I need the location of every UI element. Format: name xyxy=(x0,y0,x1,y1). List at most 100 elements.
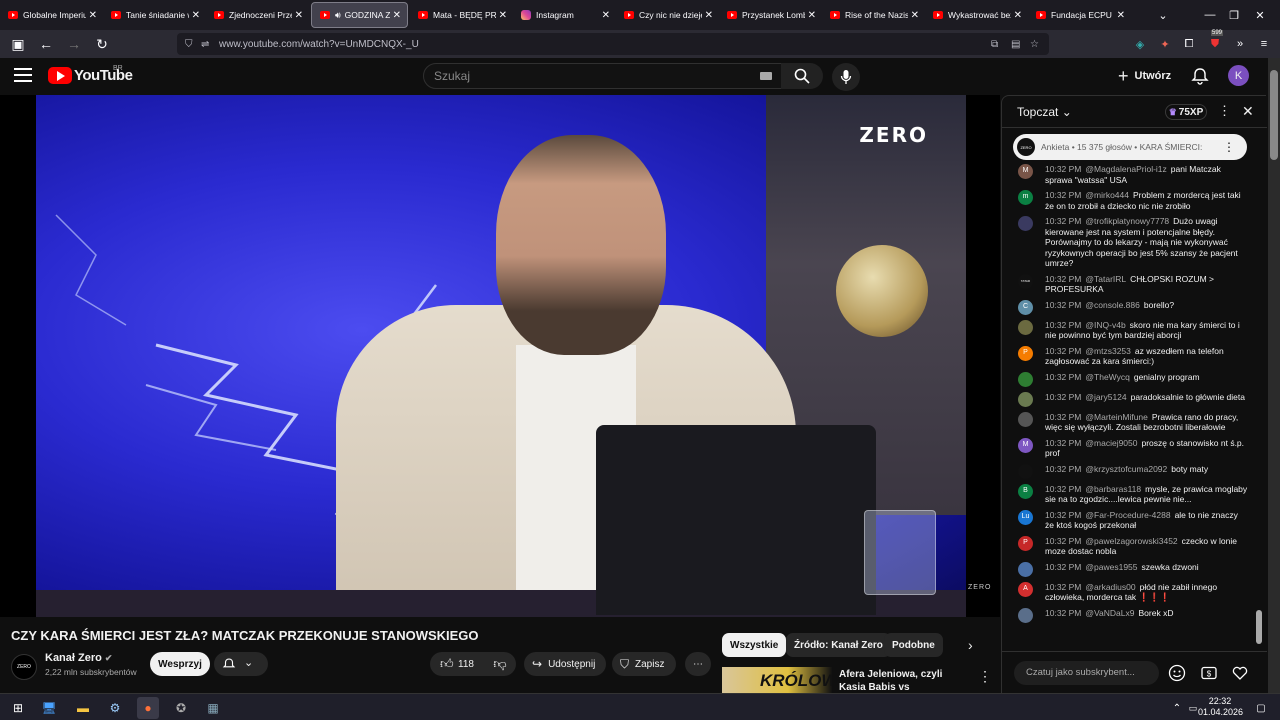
chat-author[interactable]: @INQ-v4b xyxy=(1085,320,1125,330)
super-chat-icon[interactable]: $ xyxy=(1200,664,1218,682)
browser-tab[interactable]: Wykastrować bez ✕ xyxy=(925,0,1028,30)
close-tab-icon[interactable]: ✕ xyxy=(393,10,401,21)
chat-author[interactable]: @krzysztofcuma2092 xyxy=(1085,464,1167,474)
channel-avatar[interactable]: ZERO xyxy=(11,654,37,680)
page-scrollbar[interactable] xyxy=(1256,58,1280,693)
chat-author[interactable]: @MarteinMifune xyxy=(1085,412,1147,422)
chat-avatar[interactable]: B xyxy=(1018,483,1033,499)
browser-tab[interactable]: Fundacja ECPU Po✕ xyxy=(1028,0,1131,30)
chat-avatar[interactable]: P xyxy=(1018,345,1033,361)
chat-author[interactable]: @maciej9050 xyxy=(1085,438,1137,448)
save-button[interactable]: ⛉ Zapisz xyxy=(612,652,676,676)
browser-tab[interactable]: Przystanek Lomba✕ xyxy=(719,0,822,30)
channel-name[interactable]: Kanał Zero ✔ xyxy=(45,652,112,664)
support-button[interactable]: Wesprzyj xyxy=(150,652,210,676)
chat-avatar[interactable] xyxy=(1018,371,1033,387)
vpn-extension-icon[interactable]: ◈ xyxy=(1130,34,1150,54)
chat-author[interactable]: @Far-Procedure-4288 xyxy=(1085,510,1170,520)
close-tab-icon[interactable]: ✕ xyxy=(602,10,610,21)
search-button[interactable] xyxy=(781,63,823,89)
close-tab-icon[interactable]: ✕ xyxy=(295,10,303,21)
windows-start-icon[interactable]: ⊞ xyxy=(7,697,29,719)
browser-tab[interactable]: Mata - BĘDĘ PREZ✕ xyxy=(410,0,513,30)
keyboard-icon[interactable] xyxy=(760,72,772,80)
reader-view-icon[interactable]: ▤ xyxy=(1011,39,1020,50)
chat-author[interactable]: @jary5124 xyxy=(1085,392,1126,402)
file-explorer-icon[interactable]: ▬ xyxy=(72,697,94,719)
chat-author[interactable]: @pawelzagorowski3452 xyxy=(1085,536,1177,546)
back-button[interactable]: ← xyxy=(34,32,58,56)
recommendation-menu-icon[interactable]: ⋮ xyxy=(978,668,992,685)
chat-avatar[interactable]: P xyxy=(1018,535,1033,551)
chat-avatar[interactable]: C xyxy=(1018,299,1033,315)
chat-avatar[interactable] xyxy=(1018,319,1033,335)
chat-author[interactable]: @pawes1955 xyxy=(1085,562,1137,572)
youtube-logo[interactable]: YouTube BR xyxy=(48,65,133,84)
chat-author[interactable]: @mtzs3253 xyxy=(1085,346,1130,356)
forward-button[interactable]: → xyxy=(62,32,86,56)
page-scrollbar-thumb[interactable] xyxy=(1270,70,1278,160)
tray-chevron-icon[interactable]: ⌃ xyxy=(1170,697,1184,719)
url-bar[interactable]: ⛉ ⇌ www.youtube.com/watch?v=UnMDCNQX-_U … xyxy=(177,33,1049,55)
calculator-icon[interactable]: ▦ xyxy=(202,697,224,719)
chat-avatar[interactable]: A xyxy=(1018,581,1033,597)
chat-avatar[interactable] xyxy=(1018,391,1033,407)
video-player[interactable]: ZERO xyxy=(36,95,966,617)
hamburger-menu-icon[interactable] xyxy=(14,68,32,82)
share-button[interactable]: ↪ Udostępnij xyxy=(524,652,606,676)
browser-tab[interactable]: Tanie śniadanie w ✕ xyxy=(103,0,206,30)
system-clock[interactable]: 22:32 01.04.2026 xyxy=(1198,696,1243,718)
chat-avatar[interactable]: m xyxy=(1018,190,1033,205)
heart-icon[interactable] xyxy=(1231,664,1249,682)
extensions-puzzle-icon[interactable]: ⧠ xyxy=(1179,34,1199,54)
notifications-bell-icon[interactable] xyxy=(1190,66,1210,86)
chat-avatar[interactable] xyxy=(1018,463,1033,479)
emoji-icon[interactable] xyxy=(1168,664,1186,682)
app-menu-icon[interactable]: ≡ xyxy=(1254,34,1274,54)
chat-author[interactable]: @TheWycq xyxy=(1085,372,1129,382)
voice-search-button[interactable] xyxy=(832,63,860,91)
browser-tab[interactable]: Czy nic nie dzieje ✕ xyxy=(616,0,719,30)
extension-icon[interactable]: ✦ xyxy=(1155,34,1175,54)
app-icon[interactable]: ✪ xyxy=(170,697,192,719)
firefox-icon[interactable]: ● xyxy=(137,697,159,719)
chat-mode-dropdown[interactable]: Topczat ⌄ xyxy=(1017,105,1072,119)
close-tab-icon[interactable]: ✕ xyxy=(499,10,507,21)
notification-center-icon[interactable]: ▢ xyxy=(1250,697,1272,719)
chat-avatar[interactable]: TATAR xyxy=(1018,273,1033,289)
tab-list-chevron-icon[interactable]: ⌄ xyxy=(1140,0,1186,30)
bookmark-star-icon[interactable]: ☆ xyxy=(1030,39,1039,50)
chat-author[interactable]: @VaNDaLx9 xyxy=(1085,608,1134,618)
create-button[interactable]: + Utwórz xyxy=(1118,66,1171,86)
ublock-icon[interactable]: ⛊ 599 xyxy=(1205,30,1225,54)
chat-author[interactable]: @trofikplatynowy7778 xyxy=(1085,216,1169,226)
chat-author[interactable]: @MagdalenaPriol-i1z xyxy=(1085,164,1166,174)
browser-tab[interactable]: Globalne Imperium✕ xyxy=(0,0,103,30)
xp-badge[interactable]: ♛ 75XP xyxy=(1165,104,1207,120)
poll-menu-icon[interactable]: ⋮ xyxy=(1223,140,1235,154)
account-avatar[interactable]: K xyxy=(1228,65,1249,86)
dislike-button[interactable]: 👎︎ xyxy=(485,652,515,676)
chat-author[interactable]: @console.886 xyxy=(1085,300,1139,310)
chips-next-chevron-icon[interactable]: › xyxy=(968,637,973,653)
picture-in-picture-icon[interactable]: ⧉ xyxy=(991,39,998,50)
steam-icon[interactable]: ⚙ xyxy=(104,697,126,719)
recommendation-thumbnail[interactable]: KRÓLOWA xyxy=(722,667,832,693)
speaker-icon[interactable]: 🔊︎ xyxy=(335,10,341,21)
chat-scrollbar-thumb[interactable] xyxy=(1256,610,1262,644)
chat-avatar[interactable] xyxy=(1018,411,1033,427)
chat-author[interactable]: @barbaras118 xyxy=(1085,484,1141,494)
poll-banner[interactable]: ZERO Ankieta • 15 375 głosów • KARA ŚMIE… xyxy=(1013,134,1247,160)
chat-author[interactable]: @TatarIRL xyxy=(1085,274,1126,284)
browser-tab[interactable]: Zjednoczeni Przec✕ xyxy=(206,0,309,30)
close-tab-icon[interactable]: ✕ xyxy=(705,10,713,21)
browser-tab[interactable]: Rise of the Nazis ✕ xyxy=(822,0,925,30)
close-tab-icon[interactable]: ✕ xyxy=(89,10,97,21)
chat-avatar[interactable] xyxy=(1018,607,1033,623)
chat-input[interactable]: Czatuj jako subskrybent... xyxy=(1014,661,1159,685)
browser-tab[interactable]: 🔊︎GODZINA ZER✕ xyxy=(311,2,408,28)
close-window-button[interactable]: ✕ xyxy=(1237,0,1280,30)
chat-avatar[interactable]: Lu xyxy=(1018,509,1033,525)
close-tab-icon[interactable]: ✕ xyxy=(911,10,919,21)
chat-menu-icon[interactable]: ⋮ xyxy=(1218,103,1231,119)
